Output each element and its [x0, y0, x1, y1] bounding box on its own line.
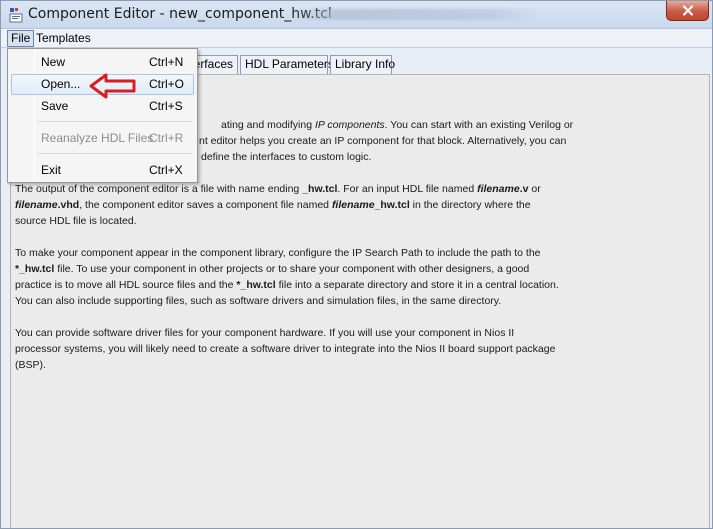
title-bar[interactable]: Component Editor - new_component_hw.tcl [1, 1, 712, 29]
library-line-3: practice is to move all HDL source files… [15, 277, 559, 293]
text-run: file. To use your component in other pro… [54, 263, 530, 275]
tab-hdl-parameters[interactable]: HDL Parameters [240, 55, 334, 74]
menu-separator [38, 153, 192, 154]
driver-line-1: You can provide software driver files fo… [15, 327, 515, 339]
window-title: Component Editor - new_component_hw.tcl [28, 6, 332, 22]
text-run: filename [331, 199, 375, 211]
menu-item-new[interactable]: New Ctrl+N [11, 52, 194, 73]
output-line-2: filename.vhd, the component editor saves… [15, 197, 531, 213]
menu-item-shortcut: Ctrl+N [149, 55, 184, 69]
menu-file[interactable]: File [7, 30, 35, 47]
title-bar-blur [289, 9, 539, 20]
text-run: _hw.tcl [302, 183, 338, 195]
component-editor-icon [9, 8, 23, 23]
intro-line-3: define the interfaces to custom logic. [201, 151, 372, 163]
menu-templates[interactable]: Templates [36, 31, 91, 46]
menu-item-label: Save [41, 99, 69, 113]
text-run: *_hw.tcl [15, 263, 55, 275]
text-run: IP components [314, 119, 385, 131]
text-run: , the component editor saves a component… [79, 199, 332, 211]
close-icon [682, 5, 693, 16]
text-run: file into a separate directory and store… [275, 279, 559, 291]
menu-item-shortcut: Ctrl+R [149, 131, 184, 145]
menu-separator [38, 121, 192, 122]
text-run: practice is to move all HDL source files… [15, 279, 237, 291]
driver-line-2: processor systems, you will likely need … [15, 343, 556, 355]
tab-label: erfaces [193, 57, 233, 71]
red-arrow-annotation [89, 73, 136, 99]
close-button[interactable] [666, 1, 709, 21]
text-run: _hw.tcl [374, 199, 410, 211]
text-run: *_hw.tcl [236, 279, 276, 291]
menu-item-reanalyze-hdl-files: Reanalyze HDL Files Ctrl+R [11, 128, 194, 149]
menu-bar: File Templates [1, 29, 712, 48]
file-menu-dropdown: New Ctrl+N Open... Ctrl+O Save Ctrl+S Re… [7, 48, 198, 183]
menu-item-shortcut: Ctrl+O [149, 77, 185, 91]
menu-item-shortcut: Ctrl+S [149, 99, 183, 113]
component-editor-window: Component Editor - new_component_hw.tcl … [0, 0, 713, 529]
menu-item-label: New [41, 55, 66, 69]
menu-item-label: Open... [41, 77, 81, 91]
text-run: or [528, 183, 541, 195]
text-run: in the directory where the [409, 199, 531, 211]
text-run: .vhd [57, 199, 80, 211]
tab-library-info[interactable]: Library Info [330, 55, 395, 74]
intro-line-2: nt editor helps you create an IP compone… [199, 135, 567, 147]
text-run: . You can start with an existing Verilog… [384, 119, 574, 131]
text-run: . For an input HDL file named [337, 183, 478, 195]
text-run: filename [477, 183, 520, 195]
library-line-4: You can also include supporting files, s… [15, 295, 502, 307]
output-line-1: The output of the component editor is a … [15, 181, 541, 197]
menu-item-label: Exit [41, 163, 62, 177]
library-line-2: *_hw.tcl file. To use your component in … [15, 261, 529, 277]
menu-item-label: Reanalyze HDL Files [41, 131, 154, 145]
text-run: The output of the component editor is a … [15, 183, 303, 195]
menu-item-shortcut: Ctrl+X [149, 163, 183, 177]
library-line-1: To make your component appear in the com… [15, 247, 541, 259]
intro-line-1: ating and modifying IP components. You c… [221, 117, 573, 133]
text-run: ating and modifying [221, 119, 315, 131]
output-line-3: source HDL file is located. [15, 215, 137, 227]
driver-line-3: (BSP). [15, 359, 46, 371]
text-run: filename [15, 199, 58, 211]
menu-item-exit[interactable]: Exit Ctrl+X [11, 160, 194, 181]
